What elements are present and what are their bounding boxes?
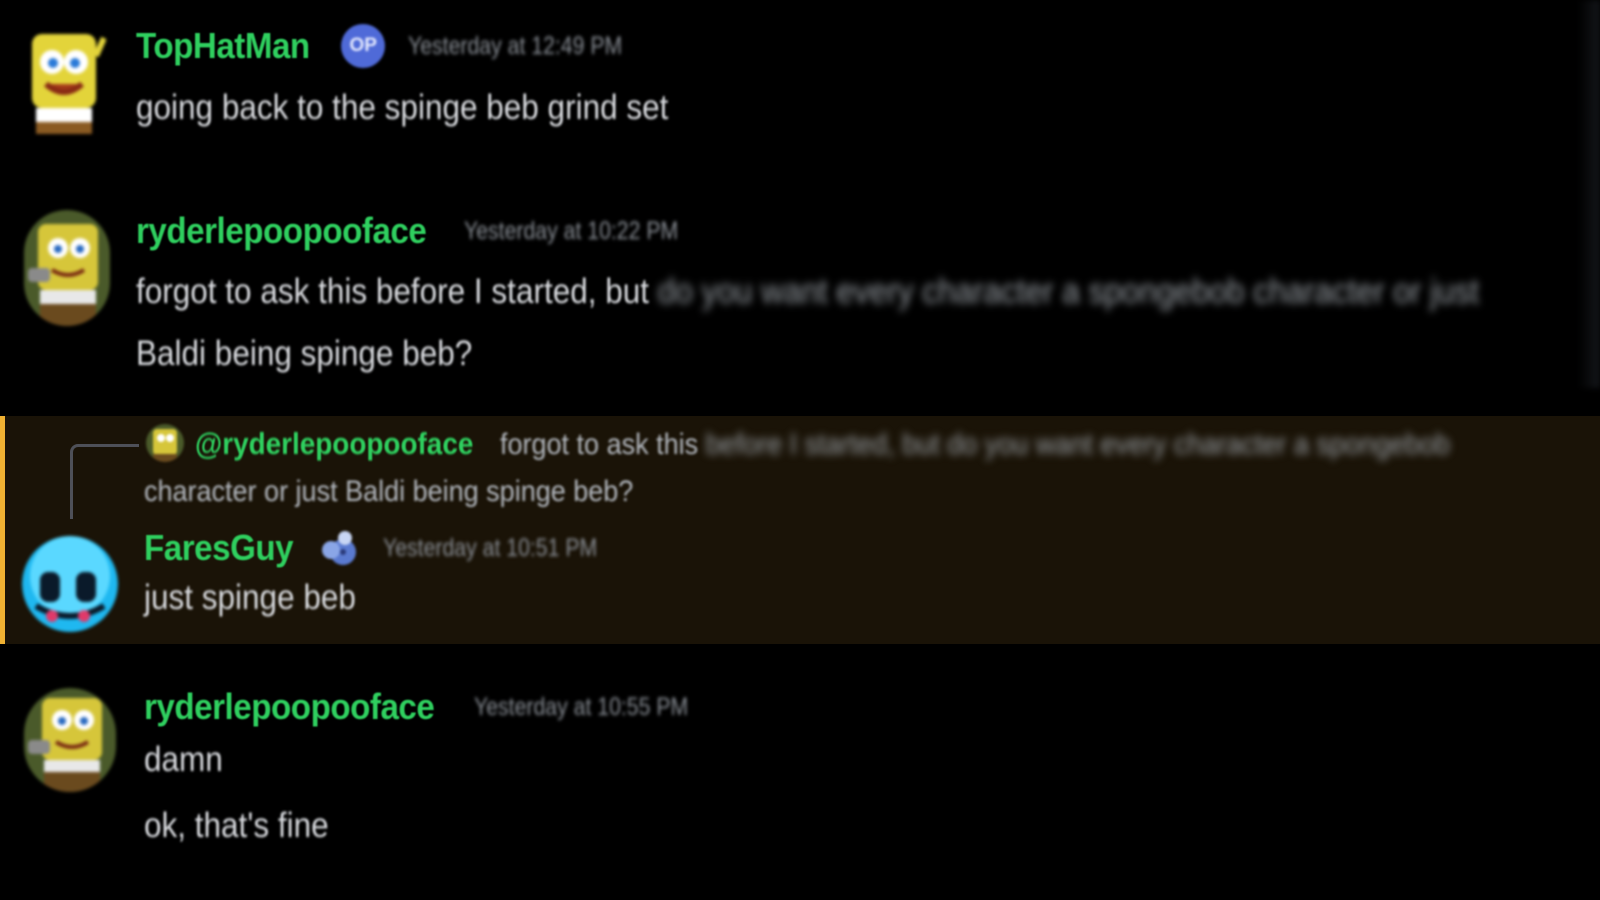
user-avatar[interactable] <box>22 536 118 632</box>
message-text-blurred: do you want every character a spongebob … <box>649 272 1480 311</box>
reply-connector <box>70 444 139 519</box>
username[interactable]: TopHatMan <box>136 25 310 67</box>
message-tophatman: TopHatMan OP Yesterday at 12:49 PM going… <box>0 0 1600 180</box>
timestamp[interactable]: Yesterday at 12:49 PM <box>408 32 622 61</box>
op-badge: OP <box>341 24 386 68</box>
message-header: ryderlepoopooface Yesterday at 10:55 PM <box>144 686 726 728</box>
message-content: going back to the spinge beb grind set <box>136 88 669 127</box>
username[interactable]: ryderlepoopooface <box>136 210 427 252</box>
reply-text-blurred: before I started, but do you want every … <box>698 428 1451 461</box>
reply-avatar[interactable] <box>146 424 184 462</box>
message-content-line2: ok, that's fine <box>144 806 329 845</box>
spongebob-avatar-icon <box>24 210 110 326</box>
username[interactable]: FaresGuy <box>144 527 294 569</box>
reply-mention[interactable]: @ryderlepoopooface <box>195 426 473 462</box>
message-header: FaresGuy Yesterday at 10:51 PM <box>144 526 635 570</box>
user-avatar[interactable] <box>24 688 116 792</box>
user-avatar[interactable] <box>22 26 106 138</box>
message-content: forgot to ask this before I started, but… <box>136 272 1479 312</box>
spongebob-avatar-icon <box>24 688 116 792</box>
message-header: ryderlepoopooface Yesterday at 10:22 PM <box>136 210 716 252</box>
message-ryder-2: ryderlepoopooface Yesterday at 10:55 PM … <box>0 676 1600 900</box>
message-text: forgot to ask this before I started, but <box>136 272 650 311</box>
timestamp[interactable]: Yesterday at 10:51 PM <box>383 534 597 563</box>
message-faresguy: FaresGuy Yesterday at 10:51 PM just spin… <box>0 520 1600 644</box>
message-header: TopHatMan OP Yesterday at 12:49 PM <box>136 24 660 68</box>
message-content: damn <box>144 740 223 779</box>
spongebob-avatar-icon <box>146 424 184 462</box>
reply-preview[interactable]: forgot to ask this before I started, but… <box>500 428 1450 462</box>
blueberry-role-icon[interactable] <box>317 526 361 570</box>
blue-face-avatar-icon <box>22 536 118 632</box>
message-content-line2: Baldi being spinge beb? <box>136 334 473 373</box>
username[interactable]: ryderlepoopooface <box>144 686 435 728</box>
reply-text: forgot to ask this <box>500 428 699 461</box>
spongebob-avatar-icon <box>32 34 106 134</box>
message-content: just spinge beb <box>144 578 356 617</box>
message-ryder-1: ryderlepoopooface Yesterday at 10:22 PM … <box>0 200 1600 400</box>
user-avatar[interactable] <box>24 210 110 326</box>
timestamp[interactable]: Yesterday at 10:55 PM <box>474 693 688 722</box>
timestamp[interactable]: Yesterday at 10:22 PM <box>464 217 678 246</box>
reply-preview-line2[interactable]: character or just Baldi being spinge beb… <box>144 475 633 509</box>
